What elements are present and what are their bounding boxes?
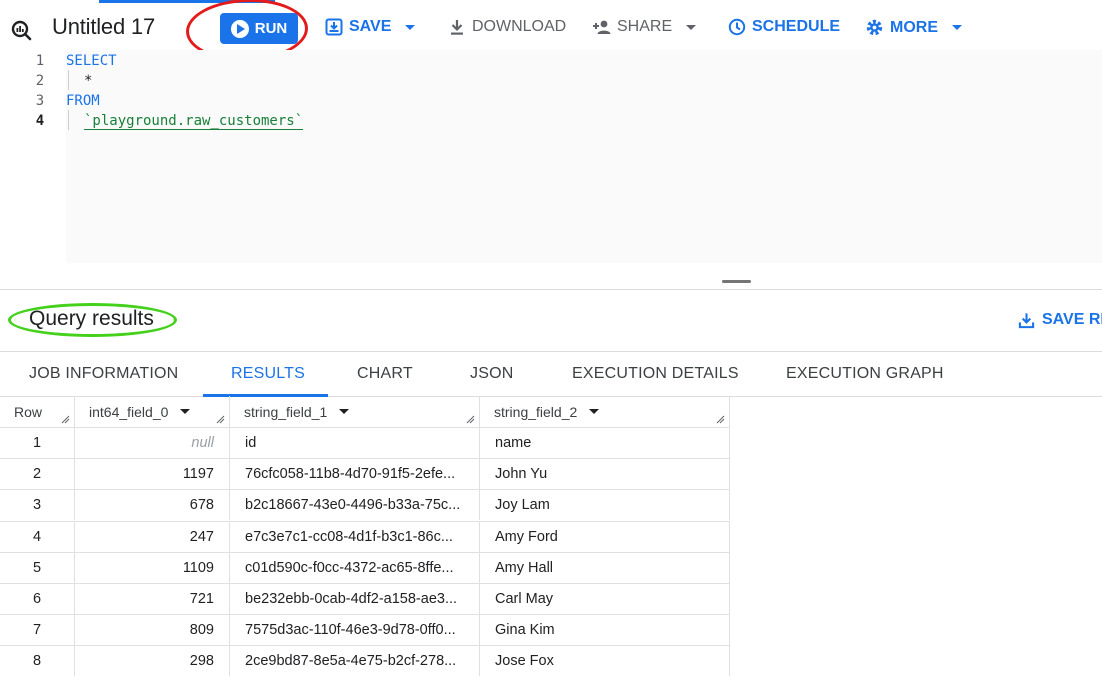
schedule-button[interactable]: SCHEDULE <box>728 18 840 36</box>
panel-resize-handle[interactable] <box>722 280 751 283</box>
share-button-label: SHARE <box>617 18 673 35</box>
column-header-int64-field-0[interactable]: int64_field_0 <box>75 396 230 427</box>
column-header-label: string_field_2 <box>494 403 578 420</box>
column-resize-icon[interactable] <box>716 415 725 424</box>
more-button[interactable]: MORE <box>865 18 962 37</box>
column-menu-icon[interactable] <box>339 409 350 414</box>
clock-icon <box>728 18 746 36</box>
person-add-icon <box>593 20 611 34</box>
tab-json[interactable]: JSON <box>470 365 513 383</box>
download-icon <box>451 20 463 35</box>
column-menu-icon[interactable] <box>180 409 191 414</box>
line-number: 2 <box>35 73 45 89</box>
chevron-down-icon <box>686 24 697 30</box>
code-keyword: FROM <box>66 93 100 109</box>
int64-field-0-cell[interactable]: 809 <box>75 614 230 646</box>
chevron-down-icon <box>952 25 962 30</box>
share-button[interactable]: SHARE <box>591 18 697 36</box>
int64-field-0-cell[interactable]: 1109 <box>75 551 230 583</box>
string-field-1-cell[interactable]: id <box>230 427 480 458</box>
editor-toolbar: Untitled 17 RUN SAVE DOWNLOAD SHARE SCHE… <box>0 0 1102 64</box>
more-button-label: MORE <box>890 18 938 36</box>
column-header-string-field-2[interactable]: string_field_2 <box>480 396 730 427</box>
column-header-label: Row <box>14 403 43 420</box>
string-field-2-cell[interactable]: Gina Kim <box>480 614 730 646</box>
table-reference[interactable]: `playground.raw_customers` <box>84 113 304 130</box>
tab-chart[interactable]: CHART <box>357 365 413 383</box>
int64-field-0-cell[interactable]: 247 <box>75 520 230 552</box>
gear-icon <box>866 19 883 36</box>
tab-execution-graph[interactable]: EXECUTION GRAPH <box>786 365 944 383</box>
download-button[interactable]: DOWNLOAD <box>448 18 566 36</box>
panel-divider <box>0 289 1102 290</box>
save-results-label: SAVE RE <box>1042 311 1102 328</box>
int64-field-0-cell[interactable]: 721 <box>75 583 230 614</box>
code-area[interactable]: SELECT * FROM `playground.raw_customers` <box>66 50 1102 263</box>
int64-field-0-cell[interactable]: 298 <box>75 645 230 677</box>
string-field-2-cell[interactable]: Jose Fox <box>480 645 730 677</box>
string-field-1-cell[interactable]: 76cfc058-11b8-4d70-91f5-2efe... <box>230 458 480 490</box>
column-header-label: string_field_1 <box>244 403 328 420</box>
download-button-label: DOWNLOAD <box>472 18 567 35</box>
int64-field-0-cell[interactable]: 1197 <box>75 458 230 490</box>
row-number-cell[interactable]: 1 <box>0 427 75 458</box>
int64-field-0-cell[interactable]: null <box>75 427 230 458</box>
string-field-1-cell[interactable]: c01d590c-f0cc-4372-ac65-8ffe... <box>230 551 480 583</box>
save-button-label: SAVE <box>349 18 392 35</box>
code-token: * <box>84 73 93 89</box>
tab-job-information[interactable]: JOB INFORMATION <box>29 365 178 383</box>
row-number-cell[interactable]: 5 <box>0 551 75 583</box>
column-resize-icon[interactable] <box>216 415 225 424</box>
column-header-string-field-1[interactable]: string_field_1 <box>230 396 480 427</box>
string-field-1-cell[interactable]: 2ce9bd87-8e5a-4e75-b2cf-278... <box>230 645 480 677</box>
string-field-2-cell[interactable]: Carl May <box>480 583 730 614</box>
row-number-cell[interactable]: 3 <box>0 489 75 521</box>
query-title[interactable]: Untitled 17 <box>52 14 155 40</box>
row-number-cell[interactable]: 2 <box>0 458 75 490</box>
code-keyword: SELECT <box>66 53 117 69</box>
save-button[interactable]: SAVE <box>325 18 416 36</box>
column-resize-icon[interactable] <box>466 415 475 424</box>
row-number-cell[interactable]: 7 <box>0 614 75 646</box>
string-field-2-cell[interactable]: name <box>480 427 730 458</box>
string-field-1-cell[interactable]: b2c18667-43e0-4496-b33a-75c... <box>230 489 480 521</box>
string-field-2-cell[interactable]: Amy Hall <box>480 551 730 583</box>
query-editor-icon <box>11 20 32 41</box>
string-field-1-cell[interactable]: 7575d3ac-110f-46e3-9d78-0ff0... <box>230 614 480 646</box>
string-field-2-cell[interactable]: Joy Lam <box>480 489 730 521</box>
sql-editor[interactable]: 1 2 3 4 SELECT * FROM `playground.raw_cu… <box>0 50 1102 263</box>
query-results-annotation <box>8 303 177 337</box>
save-icon <box>1018 312 1035 328</box>
tab-execution-details[interactable]: EXECUTION DETAILS <box>572 365 739 383</box>
string-field-1-cell[interactable]: e7c3e7c1-cc08-4d1f-b3c1-86c... <box>230 520 480 552</box>
row-number-cell[interactable]: 4 <box>0 520 75 552</box>
string-field-2-cell[interactable]: John Yu <box>480 458 730 490</box>
results-tabs: JOB INFORMATION RESULTS CHART JSON EXECU… <box>0 351 1102 397</box>
save-results-button[interactable]: SAVE RE <box>1018 311 1102 329</box>
line-number: 4 <box>35 113 45 129</box>
string-field-2-cell[interactable]: Amy Ford <box>480 520 730 552</box>
tab-results[interactable]: RESULTS <box>231 365 305 383</box>
column-resize-icon[interactable] <box>61 415 70 424</box>
row-number-cell[interactable]: 6 <box>0 583 75 614</box>
indent-guide <box>68 110 69 130</box>
row-number-cell[interactable]: 8 <box>0 645 75 677</box>
string-field-1-cell[interactable]: be232ebb-0cab-4df2-a158-ae3... <box>230 583 480 614</box>
line-number: 1 <box>35 53 45 69</box>
save-icon <box>325 18 343 36</box>
indent-guide <box>68 70 69 90</box>
column-header-row: Row <box>0 396 75 427</box>
line-number-gutter: 1 2 3 4 <box>0 50 66 263</box>
chevron-down-icon <box>405 24 416 30</box>
column-header-label: int64_field_0 <box>89 403 169 420</box>
column-menu-icon[interactable] <box>589 409 600 414</box>
line-number: 3 <box>35 93 45 109</box>
schedule-button-label: SCHEDULE <box>752 18 841 35</box>
int64-field-0-cell[interactable]: 678 <box>75 489 230 521</box>
